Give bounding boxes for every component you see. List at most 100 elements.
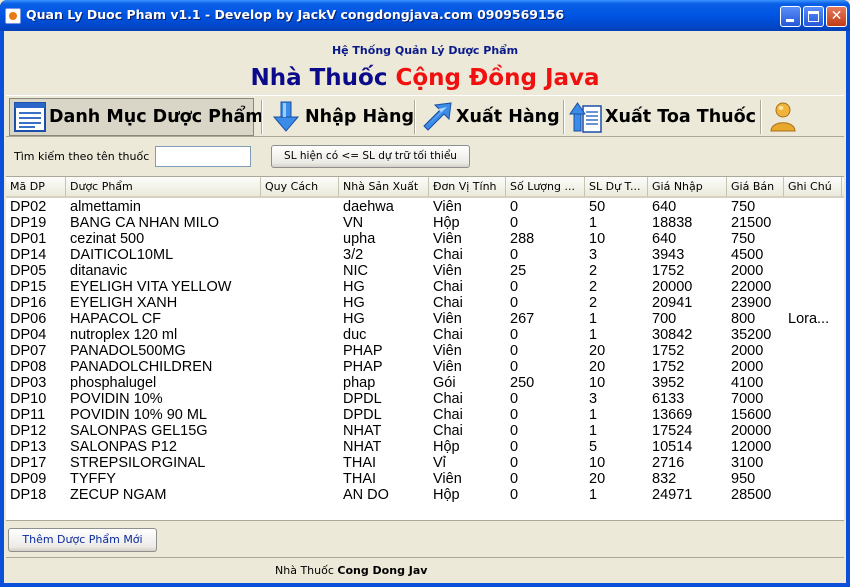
table-cell: PHAP — [343, 343, 383, 359]
column-header[interactable]: Đơn Vị Tính — [429, 177, 506, 197]
table-row[interactable]: DP18 ZECUP NGAM AN DO Hộp 0 1 24971 28500 — [6, 487, 844, 503]
table-cell — [261, 215, 339, 231]
table-row[interactable]: DP04 nutroplex 120 ml duc Chai 0 1 30842 35200 — [6, 327, 844, 343]
column-header[interactable]: Mã DP — [6, 177, 66, 197]
search-input[interactable] — [155, 146, 251, 167]
table-row[interactable]: DP05 ditanavic NIC Viên 25 2 1752 2000 — [6, 263, 844, 279]
table-cell: 24971 — [652, 487, 693, 503]
table-cell: 1 — [589, 215, 598, 231]
table-cell — [261, 295, 339, 311]
table-cell: 2 — [589, 263, 598, 279]
toolbar-separator — [414, 100, 416, 134]
table-cell: TYFFY — [70, 471, 116, 487]
drug-table[interactable]: Mã DP Dược Phẩm Quy Cách Nhà Sản Xuất Đơ… — [6, 176, 844, 520]
table-row[interactable]: DP12 SALONPAS GEL15G NHAT Chai 0 1 17524 20000 — [6, 423, 844, 439]
table-cell: Viên — [433, 343, 462, 359]
table-row[interactable]: DP02 almettamin daehwa Viên 0 50 640 750 — [6, 199, 844, 215]
app-window: Quan Ly Duoc Pham v1.1 - Develop by Jack… — [0, 0, 850, 587]
table-row[interactable]: DP09 TYFFY THAI Viên 0 20 832 950 — [6, 471, 844, 487]
export-button[interactable]: Xuất Hàng — [420, 98, 560, 136]
table-row[interactable]: DP03 phosphalugel phap Gói 250 10 3952 4100 — [6, 375, 844, 391]
minimize-button[interactable] — [780, 6, 801, 27]
table-cell — [261, 375, 339, 391]
column-header[interactable]: Quy Cách — [261, 177, 339, 197]
table-cell: 288 — [510, 231, 535, 247]
column-header[interactable]: Dược Phẩm — [66, 177, 261, 197]
table-cell: HG — [343, 295, 365, 311]
table-cell — [784, 247, 842, 263]
table-cell — [784, 343, 842, 359]
table-cell: 20941 — [652, 295, 693, 311]
table-cell: 20000 — [731, 423, 772, 439]
table-cell: 640 — [652, 199, 677, 215]
maximize-button[interactable] — [803, 6, 824, 27]
column-header[interactable]: Ghi Chú — [784, 177, 842, 197]
close-button[interactable]: ✕ — [826, 6, 847, 27]
java-app-icon[interactable] — [5, 8, 21, 24]
table-cell: Viên — [433, 311, 462, 327]
catalog-label: Danh Mục Dược Phẩm — [49, 107, 264, 127]
table-cell — [261, 391, 339, 407]
low-stock-filter-button[interactable]: SL hiện có <= SL dự trữ tối thiểu — [271, 145, 470, 168]
table-cell: DPDL — [343, 407, 382, 423]
column-header[interactable]: Nhà Sản Xuất — [339, 177, 429, 197]
table-cell — [784, 199, 842, 215]
table-cell: 30842 — [652, 327, 693, 343]
table-cell — [261, 455, 339, 471]
add-drug-button[interactable]: Thêm Dược Phẩm Mới — [8, 528, 157, 552]
table-cell: 750 — [731, 199, 756, 215]
table-cell — [784, 327, 842, 343]
table-cell — [784, 471, 842, 487]
table-cell: upha — [343, 231, 376, 247]
table-cell — [784, 231, 842, 247]
catalog-button[interactable]: Danh Mục Dược Phẩm — [9, 98, 264, 136]
table-row[interactable]: DP01 cezinat 500 upha Viên 288 10 640 750 — [6, 231, 844, 247]
table-cell: Gói — [433, 375, 456, 391]
table-cell: 10 — [589, 231, 606, 247]
table-cell: 12000 — [731, 439, 772, 455]
table-row[interactable]: DP14 DAITICOL10ML 3/2 Chai 0 3 3943 4500 — [6, 247, 844, 263]
table-row[interactable]: DP06 HAPACOL CF HG Viên 267 1 700 800 Lora... — [6, 311, 844, 327]
column-header[interactable]: SL Dự T... — [585, 177, 648, 197]
table-row[interactable]: DP19 BANG CA NHAN MILO VN Hộp 0 1 18838 21500 — [6, 215, 844, 231]
arrow-up-document-icon — [569, 100, 603, 134]
prescription-button[interactable]: Xuất Toa Thuốc — [569, 98, 756, 136]
table-row[interactable]: DP15 EYELIGH VITA YELLOW HG Chai 0 2 20000 2200… — [6, 279, 844, 295]
table-cell: PHAP — [343, 359, 383, 375]
table-cell: DP18 — [10, 487, 47, 503]
table-cell — [261, 471, 339, 487]
table-cell: HG — [343, 279, 365, 295]
table-row[interactable]: DP13 SALONPAS P12 NHAT Hộp 0 5 10514 12000 — [6, 439, 844, 455]
toolbar-separator — [261, 100, 263, 134]
table-cell: 0 — [510, 439, 519, 455]
table-cell — [261, 359, 339, 375]
column-header[interactable]: Giá Bán — [727, 177, 784, 197]
table-cell: 0 — [510, 343, 519, 359]
table-cell — [261, 407, 339, 423]
table-cell: 20000 — [652, 279, 693, 295]
table-row[interactable]: DP08 PANADOLCHILDREN PHAP Viên 0 20 1752 2000 — [6, 359, 844, 375]
table-row[interactable]: DP11 POVIDIN 10% 90 ML DPDL Chai 0 1 13669 1560… — [6, 407, 844, 423]
brand-part-1: Nhà Thuốc — [250, 65, 388, 91]
table-row[interactable]: DP10 POVIDIN 10% DPDL Chai 0 3 6133 7000 — [6, 391, 844, 407]
table-cell: 1752 — [652, 359, 685, 375]
table-cell: NHAT — [343, 423, 382, 439]
user-button[interactable] — [766, 98, 800, 136]
table-row[interactable]: DP07 PANADOL500MG PHAP Viên 0 20 1752 2000 — [6, 343, 844, 359]
table-cell: HAPACOL CF — [70, 311, 162, 327]
table-cell: VN — [343, 215, 364, 231]
table-cell: 950 — [731, 471, 756, 487]
import-button[interactable]: Nhập Hàng — [269, 98, 414, 136]
table-cell: Hộp — [433, 215, 460, 231]
table-row[interactable]: DP16 EYELIGH XANH HG Chai 0 2 20941 23900 — [6, 295, 844, 311]
table-row[interactable]: DP17 STREPSILORGINAL THAI Vỉ 0 10 2716 3100 — [6, 455, 844, 471]
table-cell: 4500 — [731, 247, 764, 263]
column-header[interactable]: Giá Nhập — [648, 177, 727, 197]
column-header[interactable]: Số Lượng ... — [506, 177, 585, 197]
table-cell: SALONPAS GEL15G — [70, 423, 208, 439]
table-cell: POVIDIN 10% — [70, 391, 163, 407]
table-cell: 250 — [510, 375, 535, 391]
brand-title: Nhà Thuốc Cộng Đồng Java — [4, 65, 846, 91]
title-bar[interactable]: Quan Ly Duoc Pham v1.1 - Develop by Jack… — [0, 0, 850, 31]
table-cell: 832 — [652, 471, 677, 487]
